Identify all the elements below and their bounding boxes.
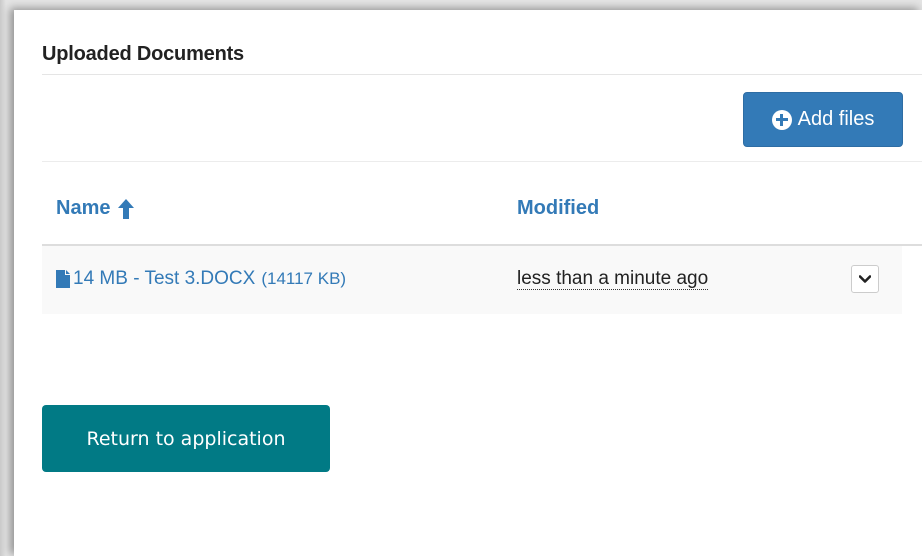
section-title: Uploaded Documents (42, 43, 244, 65)
document-icon (56, 270, 70, 288)
file-size: (14117 KB) (261, 269, 347, 288)
uploaded-documents-panel: Uploaded Documents Add files Name Modifi… (14, 10, 922, 556)
table-row: 14 MB - Test 3.DOCX (14117 KB) less than… (42, 246, 902, 314)
file-name: 14 MB - Test 3.DOCX (73, 268, 256, 289)
column-header-name-label: Name (56, 197, 111, 219)
add-files-button[interactable]: Add files (743, 92, 903, 147)
plus-circle-icon (771, 109, 792, 130)
return-to-application-button[interactable]: Return to application (42, 405, 330, 472)
row-actions-dropdown[interactable] (851, 265, 879, 293)
file-link[interactable]: 14 MB - Test 3.DOCX (14117 KB) (56, 268, 346, 290)
column-header-name[interactable]: Name (56, 197, 135, 220)
column-header-modified[interactable]: Modified (517, 197, 599, 220)
divider (42, 161, 922, 162)
arrow-up-icon (118, 198, 135, 219)
add-files-label: Add files (797, 108, 875, 130)
divider (42, 74, 922, 75)
modified-time: less than a minute ago (517, 268, 709, 290)
chevron-down-icon (859, 274, 871, 283)
